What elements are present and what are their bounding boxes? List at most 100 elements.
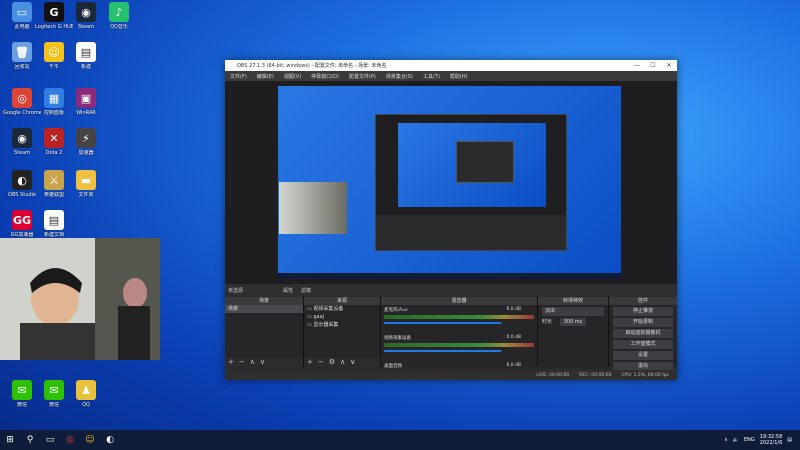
scene-source-toolbar: 未选源 属性 滤镜 xyxy=(225,284,677,296)
volume-icon[interactable]: 🔈 xyxy=(733,437,739,443)
add-scene-icon[interactable]: + xyxy=(228,358,234,366)
menu-docks[interactable]: 停靠窗口(D) xyxy=(306,73,344,80)
sources-dock-footer: + − ⚙ ∧ ∨ xyxy=(304,357,380,367)
scenes-dock: 场景 场景 + − ∧ ∨ xyxy=(225,297,304,367)
desktop-icon[interactable]: ♟ QQ xyxy=(67,380,105,408)
mixer-dock-title: 混音器 xyxy=(381,297,537,305)
desktop-icon[interactable]: ▣ WinRAR xyxy=(67,88,105,116)
move-up-icon[interactable]: ∧ xyxy=(250,358,255,366)
language-indicator[interactable]: ENG xyxy=(744,437,755,443)
pc-icon: ▭ xyxy=(12,2,32,22)
gear-icon[interactable]: ⚙ xyxy=(329,358,335,366)
source-item[interactable]: ▭ 显示器采集 xyxy=(304,321,380,329)
transition-select[interactable]: 淡出 xyxy=(542,307,604,316)
remove-scene-icon[interactable]: − xyxy=(239,358,245,366)
wechat-icon: ✉ xyxy=(12,380,32,400)
scenes-dock-footer: + − ∧ ∨ xyxy=(225,357,303,367)
volume-slider[interactable] xyxy=(384,350,501,352)
menu-view[interactable]: 视图(V) xyxy=(279,73,306,80)
source-label: gaaj xyxy=(313,314,325,320)
webcam-person-image xyxy=(0,238,160,360)
accelerator-icon: ⚡ xyxy=(76,128,96,148)
desktop-icon-label: 新建 xyxy=(80,64,91,70)
task-view-icon[interactable]: ▭ xyxy=(40,430,60,450)
menu-edit[interactable]: 编辑(E) xyxy=(252,73,279,80)
system-tray: ∧ 🔈 ENG 19:32:58 2022/1/6 ▤ xyxy=(724,434,800,446)
cpu-fps: CPU: 1.5%, 60.00 fps xyxy=(621,372,670,378)
add-source-icon[interactable]: + xyxy=(307,358,313,366)
volume-slider[interactable] xyxy=(384,322,501,324)
obs-statusbar: LIVE: 00:00:00 REC: 00:00:00 CPU: 1.5%, … xyxy=(225,370,677,380)
source-item[interactable]: ▭ gaaj xyxy=(304,313,380,321)
desktop-icon[interactable]: ▬ 文件夹 xyxy=(67,170,105,198)
clock-date: 2022/1/6 xyxy=(759,440,783,446)
move-up-icon[interactable]: ∧ xyxy=(340,358,345,366)
desktop-icon[interactable]: ⚡ 加速器 xyxy=(67,128,105,156)
obs-titlebar[interactable]: OBS 27.1.3 (64-bit, windows) - 配置文件: 未命名… xyxy=(225,60,677,71)
obs-preview-area[interactable] xyxy=(225,81,677,284)
doc-icon: ▤ xyxy=(44,210,64,230)
app-taskbar-icon[interactable]: ☺ xyxy=(80,430,100,450)
track-name: 视频采集设备 xyxy=(384,336,411,341)
taskbar: ⊞ ⚲ ▭ ◎ ☺ ◐ ∧ 🔈 ENG 19:32:58 2022/1/6 ▤ xyxy=(0,430,800,450)
preview-canvas[interactable] xyxy=(278,86,621,279)
menu-file[interactable]: 文件(F) xyxy=(225,73,252,80)
desktop-icon[interactable]: ▤ 新建 xyxy=(67,42,105,70)
remove-source-icon[interactable]: − xyxy=(318,358,324,366)
search-icon[interactable]: ⚲ xyxy=(20,430,40,450)
track-db: 0.0 dB xyxy=(506,363,521,368)
track-name: 麦克风/Aux xyxy=(384,308,408,313)
desktop-icon[interactable]: ♪ QQ音乐 xyxy=(100,2,138,30)
qianniu-icon: ☺ xyxy=(44,42,64,62)
start-recording-button[interactable]: 开始录制 xyxy=(613,318,673,327)
close-icon[interactable]: ✕ xyxy=(661,62,677,69)
obs-title: OBS 27.1.3 (64-bit, windows) - 配置文件: 未命名… xyxy=(237,63,387,69)
mixer-dock: 混音器 麦克风/Aux 0.0 dB 视频采集设备 0.0 dB 桌面音频 0.… xyxy=(381,297,538,369)
filters-button[interactable]: 滤镜 xyxy=(301,287,311,294)
gg-icon: GG xyxy=(12,210,32,230)
virtual-camera-button[interactable]: 启动虚拟摄像机 xyxy=(613,329,673,338)
scenes-dock-title: 场景 xyxy=(225,297,303,305)
no-source-selected-label: 未选源 xyxy=(228,287,244,294)
minimize-icon[interactable]: — xyxy=(629,62,645,69)
menu-scene-collection[interactable]: 场景集合(S) xyxy=(381,73,418,80)
mixer-track: 麦克风/Aux 0.0 dB xyxy=(381,305,537,333)
menu-tools[interactable]: 工具(T) xyxy=(418,73,445,80)
obs-window[interactable]: OBS 27.1.3 (64-bit, windows) - 配置文件: 未命名… xyxy=(225,60,677,380)
steam-icon: ◉ xyxy=(76,2,96,22)
desktop-icon-label: 加速器 xyxy=(78,150,94,156)
maximize-icon[interactable]: ☐ xyxy=(645,62,661,69)
stop-streaming-button[interactable]: 停止推流 xyxy=(613,307,673,316)
transitions-dock: 转场特效 淡出 时长 300 ms xyxy=(538,297,609,367)
winrar-icon: ▣ xyxy=(76,88,96,108)
windows-start-icon[interactable]: ⊞ xyxy=(0,430,20,450)
source-label: 视频采集设备 xyxy=(313,306,344,312)
desktop-icon-label: QQ音乐 xyxy=(110,24,128,30)
menu-profile[interactable]: 配置文件(P) xyxy=(344,73,381,80)
steam-icon: ◉ xyxy=(12,128,32,148)
chrome-taskbar-icon[interactable]: ◎ xyxy=(60,430,80,450)
duration-input[interactable]: 300 ms xyxy=(559,318,587,326)
menu-help[interactable]: 帮助(H) xyxy=(445,73,473,80)
obs-taskbar-icon[interactable]: ◐ xyxy=(100,430,120,450)
source-item[interactable]: ▭ 视频采集设备 xyxy=(304,305,380,313)
volume-meter xyxy=(384,343,534,347)
nested-capture xyxy=(375,114,567,251)
scene-item[interactable]: 场景 xyxy=(225,305,303,313)
logitech-icon: G xyxy=(44,2,64,22)
move-down-icon[interactable]: ∨ xyxy=(350,358,355,366)
source-label: 显示器采集 xyxy=(313,322,339,328)
properties-button[interactable]: 属性 xyxy=(283,287,293,294)
controls-dock: 控件 停止推流 开始录制 启动虚拟摄像机 工作室模式 设置 退出 xyxy=(609,297,677,371)
studio-mode-button[interactable]: 工作室模式 xyxy=(613,340,673,349)
wechat-icon: ✉ xyxy=(44,380,64,400)
notification-icon[interactable]: ▤ xyxy=(787,437,792,443)
chevron-up-icon[interactable]: ∧ xyxy=(724,437,728,443)
move-down-icon[interactable]: ∨ xyxy=(260,358,265,366)
clock[interactable]: 19:32:58 2022/1/6 xyxy=(760,434,782,446)
dota-icon: ✕ xyxy=(44,128,64,148)
live-time: LIVE: 00:00:00 xyxy=(536,372,570,378)
desktop-icon[interactable]: ▤ 新建文档 xyxy=(35,210,73,238)
settings-button[interactable]: 设置 xyxy=(613,351,673,360)
nested-taskbar xyxy=(278,273,621,279)
